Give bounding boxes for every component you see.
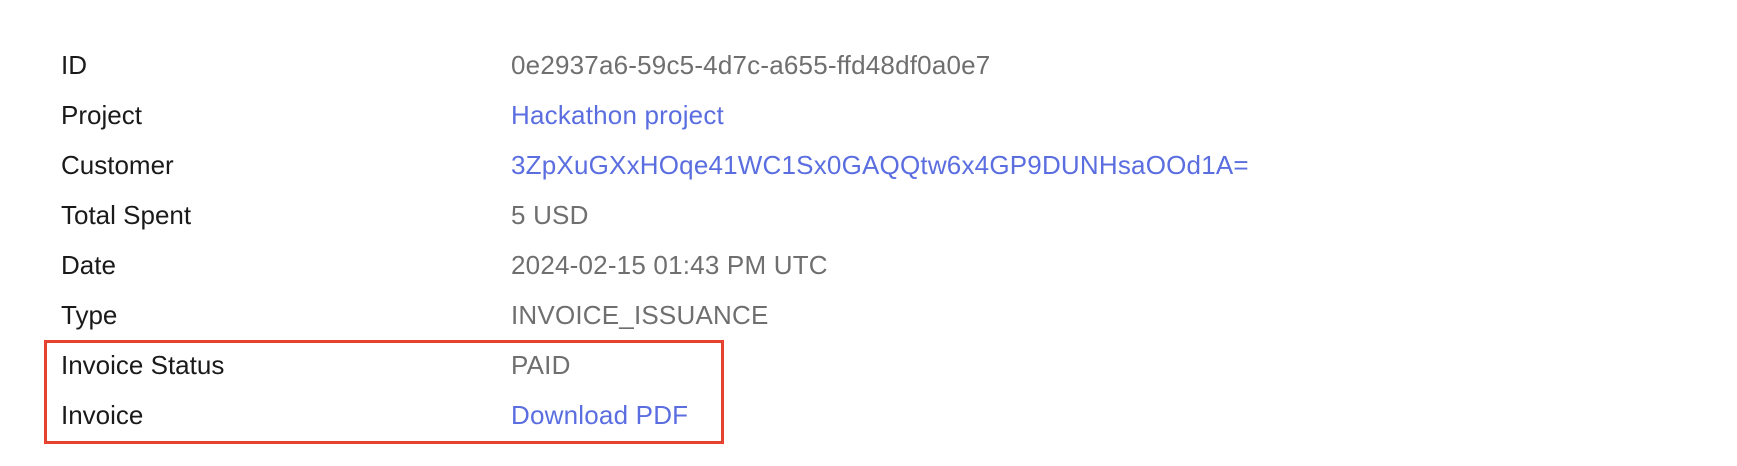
customer-link[interactable]: 3ZpXuGXxHOqe41WC1Sx0GAQQtw6x4GP9DUNHsaOO… [511,150,1249,180]
invoice-details: ID 0e2937a6-59c5-4d7c-a655-ffd48df0a0e7 … [0,0,1737,466]
date-value: 2024-02-15 01:43 PM UTC [511,250,828,280]
total-spent-value: 5 USD [511,200,589,230]
id-value: 0e2937a6-59c5-4d7c-a655-ffd48df0a0e7 [511,50,991,80]
detail-row-invoice-status: Invoice Status PAID [61,340,1561,390]
invoice-label: Invoice [61,400,144,430]
detail-row-project: Project Hackathon project [61,90,1561,140]
download-pdf-link[interactable]: Download PDF [511,400,688,430]
type-label: Type [61,300,118,330]
detail-row-customer: Customer 3ZpXuGXxHOqe41WC1Sx0GAQQtw6x4GP… [61,140,1561,190]
invoice-status-label: Invoice Status [61,350,225,380]
total-spent-label: Total Spent [61,200,192,230]
project-label: Project [61,100,142,130]
detail-row-id: ID 0e2937a6-59c5-4d7c-a655-ffd48df0a0e7 [61,40,1561,90]
detail-row-date: Date 2024-02-15 01:43 PM UTC [61,240,1561,290]
customer-label: Customer [61,150,174,180]
type-value: INVOICE_ISSUANCE [511,300,769,330]
detail-row-invoice: Invoice Download PDF [61,390,1561,440]
detail-row-type: Type INVOICE_ISSUANCE [61,290,1561,340]
detail-row-total-spent: Total Spent 5 USD [61,190,1561,240]
date-label: Date [61,250,116,280]
invoice-status-value: PAID [511,350,571,380]
project-link[interactable]: Hackathon project [511,100,724,130]
id-label: ID [61,50,87,80]
